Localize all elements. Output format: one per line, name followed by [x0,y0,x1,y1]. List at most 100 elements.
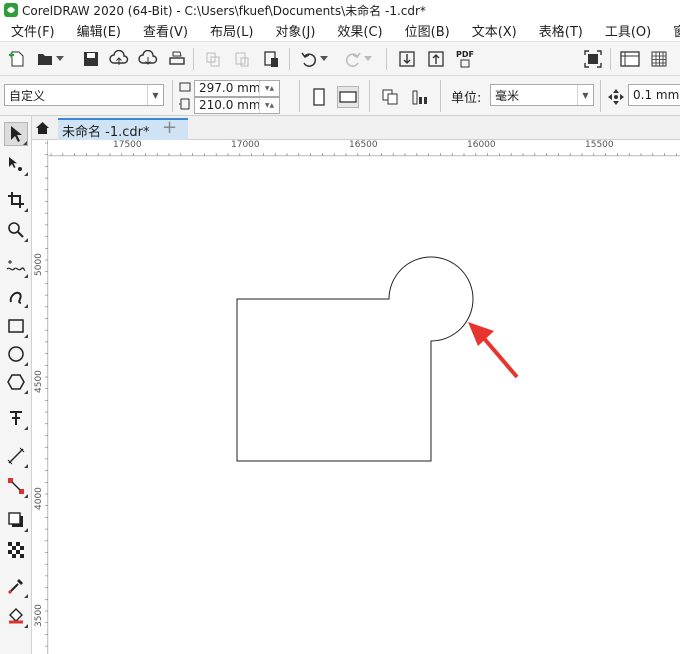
print-icon[interactable] [166,48,188,70]
text-icon [10,411,22,425]
document-tabs: 未命名 -1.cdr* + [32,116,680,140]
undo-dropdown-icon[interactable] [318,48,330,70]
zoom-tool[interactable] [4,218,28,242]
pointer-icon [11,126,22,142]
transparency-icon [8,542,24,558]
red-arrow-annotation [468,322,519,379]
artistic-media-tool[interactable] [4,284,28,308]
vertical-ruler[interactable]: 5000 4500 4000 3500 [32,140,48,654]
units-select[interactable]: 毫米 ▼ [490,84,594,106]
eyedropper-icon [8,579,23,594]
clipboard-icon[interactable] [260,48,282,70]
show-grid-icon[interactable] [648,48,670,70]
pick-tool[interactable] [4,122,28,146]
parallel-dimension-tool[interactable] [4,444,28,468]
show-rulers-icon[interactable] [619,48,641,70]
menu-edit[interactable]: 编辑(E) [66,21,132,40]
landscape-icon[interactable] [337,86,359,108]
crop-tool[interactable] [4,188,28,212]
menu-window[interactable]: 窗口 [662,21,680,40]
title-bar: CorelDRAW 2020 (64-Bit) - C:\Users\fkuef… [0,0,680,20]
zoom-icon [8,222,24,238]
freehand-icon [6,260,26,271]
menu-table[interactable]: 表格(T) [528,21,594,40]
cloud-download-icon[interactable] [137,48,159,70]
toolbox [0,116,32,654]
connector-icon [8,478,24,494]
dimension-icon [7,447,25,465]
import-icon[interactable] [396,48,418,70]
window-title: CorelDRAW 2020 (64-Bit) - C:\Users\fkuef… [22,3,426,18]
ellipse-tool[interactable] [4,342,28,366]
save-icon[interactable] [80,48,102,70]
drop-shadow-tool[interactable] [4,508,28,532]
units-dropdown-icon[interactable]: ▼ [577,85,593,105]
property-bar: 自定义 ▼ 297.0 mm ▼▲ 210.0 mm ▼▲ 单位: 毫米 ▼ 0… [0,76,680,116]
page-height-field[interactable]: 210.0 mm ▼▲ [194,97,280,114]
page-height-icon [179,98,190,110]
page-size-dropdown-icon[interactable]: ▼ [147,85,163,105]
publish-pdf-icon[interactable]: PDF [454,48,476,70]
horizontal-ruler[interactable]: 17500 17000 16500 16000 15500 [48,140,680,156]
nudge-distance-field[interactable]: 0.1 mm [628,84,680,106]
redo-disabled-icon [342,48,364,70]
menu-view[interactable]: 查看(V) [132,21,199,40]
eyedropper-tool[interactable] [4,574,28,598]
menu-bitmaps[interactable]: 位图(B) [394,21,461,40]
drawing-canvas[interactable] [49,157,680,654]
add-tab-icon[interactable]: + [162,117,177,138]
polygon-icon [7,374,25,390]
ruler-label: 4500 [34,370,44,393]
transparency-tool[interactable] [4,538,28,562]
ruler-label: 16000 [467,140,496,150]
menu-bar: 文件(F) 编辑(E) 查看(V) 布局(L) 对象(J) 效果(C) 位图(B… [0,20,680,42]
nudge-distance-icon [605,86,627,108]
polygon-tool[interactable] [4,370,28,394]
interactive-fill-tool[interactable] [4,604,28,628]
connector-tool[interactable] [4,474,28,498]
crop-icon [8,192,24,208]
combined-shape[interactable] [236,256,474,462]
artistic-media-icon [9,291,22,304]
freehand-tool[interactable] [4,254,28,278]
page-size-value: 自定义 [9,88,46,103]
all-pages-icon[interactable] [379,86,401,108]
coreldraw-logo-icon [4,3,18,17]
full-screen-icon[interactable] [582,48,604,70]
page-height-spinner[interactable]: ▼▲ [259,98,279,113]
open-folder-icon[interactable] [34,48,56,70]
page-width-value: 297.0 mm [199,81,261,95]
undo-icon[interactable] [298,48,320,70]
page-size-select[interactable]: 自定义 ▼ [4,84,164,106]
home-icon[interactable] [35,121,50,135]
cloud-upload-icon[interactable] [108,48,130,70]
rectangle-tool[interactable] [4,314,28,338]
new-document-icon[interactable] [6,48,28,70]
open-dropdown-icon[interactable] [54,48,66,70]
paste-disabled-icon [231,48,253,70]
menu-effects[interactable]: 效果(C) [326,21,393,40]
menu-layout[interactable]: 布局(L) [199,21,264,40]
page-width-field[interactable]: 297.0 mm ▼▲ [194,80,280,97]
nudge-distance-value: 0.1 mm [633,88,680,102]
rectangle-icon [8,319,24,333]
menu-text[interactable]: 文本(X) [461,21,528,40]
redo-dropdown-icon [362,48,374,70]
ruler-label: 17000 [231,140,260,150]
menu-file[interactable]: 文件(F) [0,21,66,40]
units-label: 单位: [451,91,482,106]
export-icon[interactable] [425,48,447,70]
current-page-icon[interactable] [409,86,431,108]
text-tool[interactable] [4,406,28,430]
tab-document-label: 未命名 -1.cdr* [62,124,150,140]
shape-tool-icon [9,157,22,171]
menu-object[interactable]: 对象(J) [264,21,326,40]
menu-tools[interactable]: 工具(O) [594,21,662,40]
page-width-spinner[interactable]: ▼▲ [259,81,279,96]
portrait-icon[interactable] [308,86,330,108]
page-width-icon [179,82,191,92]
standard-toolbar: PDF 6% ▼ [0,42,680,112]
shape-tool[interactable] [4,152,28,176]
ruler-label: 15500 [585,140,614,150]
ruler-label: 16500 [349,140,378,150]
